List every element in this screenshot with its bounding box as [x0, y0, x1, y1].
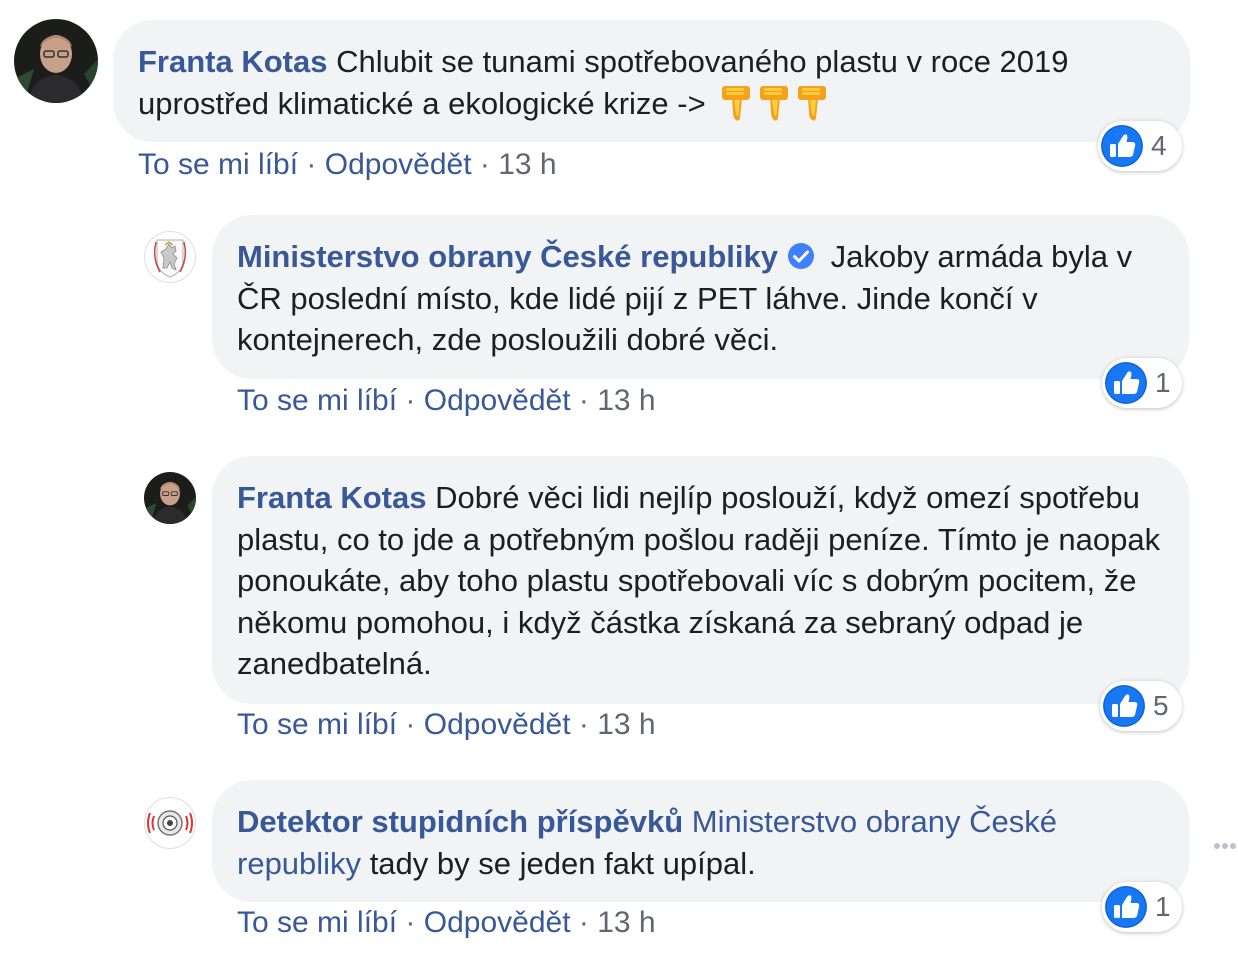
- reaction-count: 4: [1151, 130, 1167, 161]
- comment-author[interactable]: Franta Kotas: [138, 44, 327, 79]
- comment-author[interactable]: Detektor stupidních příspěvků: [237, 804, 683, 839]
- reaction-count: 1: [1155, 367, 1171, 398]
- reaction-count: 5: [1153, 690, 1169, 721]
- comment-author[interactable]: Ministerstvo obrany České republiky: [237, 239, 778, 274]
- avatar-franta-kotas[interactable]: [144, 472, 196, 524]
- reaction-count-badge[interactable]: 4: [1098, 121, 1182, 171]
- avatar-detektor[interactable]: [144, 797, 196, 849]
- separator: ·: [405, 906, 416, 939]
- like-link[interactable]: To se mi líbí: [237, 906, 397, 939]
- separator: ·: [405, 384, 416, 417]
- comment-actions: To se mi líbí · Odpovědět · 13 h: [237, 906, 656, 940]
- reaction-count: 1: [1155, 891, 1171, 922]
- comment-bubble: Franta Kotas Dobré věci lidi nejlíp posl…: [212, 456, 1189, 704]
- like-reaction-icon: [1101, 125, 1143, 167]
- thumbs-down-emoji: [758, 84, 790, 133]
- profile-photo-icon: [14, 19, 98, 103]
- separator: ·: [479, 148, 490, 181]
- comment-actions: To se mi líbí · Odpovědět · 13 h: [237, 384, 656, 418]
- comment-bubble: Ministerstvo obrany České republiky Jako…: [212, 215, 1189, 379]
- smoke-detector-icon: [147, 810, 193, 836]
- like-reaction-icon: [1103, 685, 1145, 727]
- separator: ·: [306, 148, 317, 181]
- separator: ·: [578, 384, 589, 417]
- like-link[interactable]: To se mi líbí: [237, 708, 397, 741]
- comment-text: tady by se jeden fakt upípal.: [369, 845, 756, 881]
- separator: ·: [578, 906, 589, 939]
- reaction-count-badge[interactable]: 5: [1100, 681, 1182, 731]
- comment-author[interactable]: Franta Kotas: [237, 480, 426, 515]
- like-reaction-icon: [1105, 886, 1147, 928]
- comment-bubble: Franta Kotas Chlubit se tunami spotřebov…: [113, 20, 1190, 142]
- coat-of-arms-icon: [153, 239, 187, 278]
- verified-badge-icon: [787, 243, 814, 269]
- reaction-count-badge[interactable]: 1: [1102, 882, 1182, 932]
- comment-actions: To se mi líbí · Odpovědět · 13 h: [237, 708, 656, 742]
- reply-link[interactable]: Odpovědět: [424, 708, 571, 741]
- more-options-icon[interactable]: [1213, 838, 1237, 856]
- separator: ·: [578, 708, 589, 741]
- timestamp[interactable]: 13 h: [597, 906, 655, 939]
- timestamp[interactable]: 13 h: [597, 708, 655, 741]
- reply-link[interactable]: Odpovědět: [424, 384, 571, 417]
- timestamp[interactable]: 13 h: [597, 384, 655, 417]
- reaction-count-badge[interactable]: 1: [1102, 358, 1182, 408]
- like-reaction-icon: [1105, 362, 1147, 404]
- profile-photo-icon: [144, 472, 196, 524]
- reply-link[interactable]: Odpovědět: [424, 906, 571, 939]
- comment-actions: To se mi líbí · Odpovědět · 13 h: [138, 148, 557, 182]
- like-link[interactable]: To se mi líbí: [237, 384, 397, 417]
- comment-bubble: Detektor stupidních příspěvků Ministerst…: [212, 780, 1189, 902]
- separator: ·: [405, 708, 416, 741]
- reply-link[interactable]: Odpovědět: [325, 148, 472, 181]
- avatar-ministerstvo-obrany[interactable]: [144, 231, 196, 283]
- thumbs-down-emoji: [720, 84, 752, 133]
- timestamp[interactable]: 13 h: [498, 148, 556, 181]
- like-link[interactable]: To se mi líbí: [138, 148, 298, 181]
- thumbs-down-emoji: [796, 84, 828, 133]
- avatar-franta-kotas[interactable]: [14, 19, 98, 103]
